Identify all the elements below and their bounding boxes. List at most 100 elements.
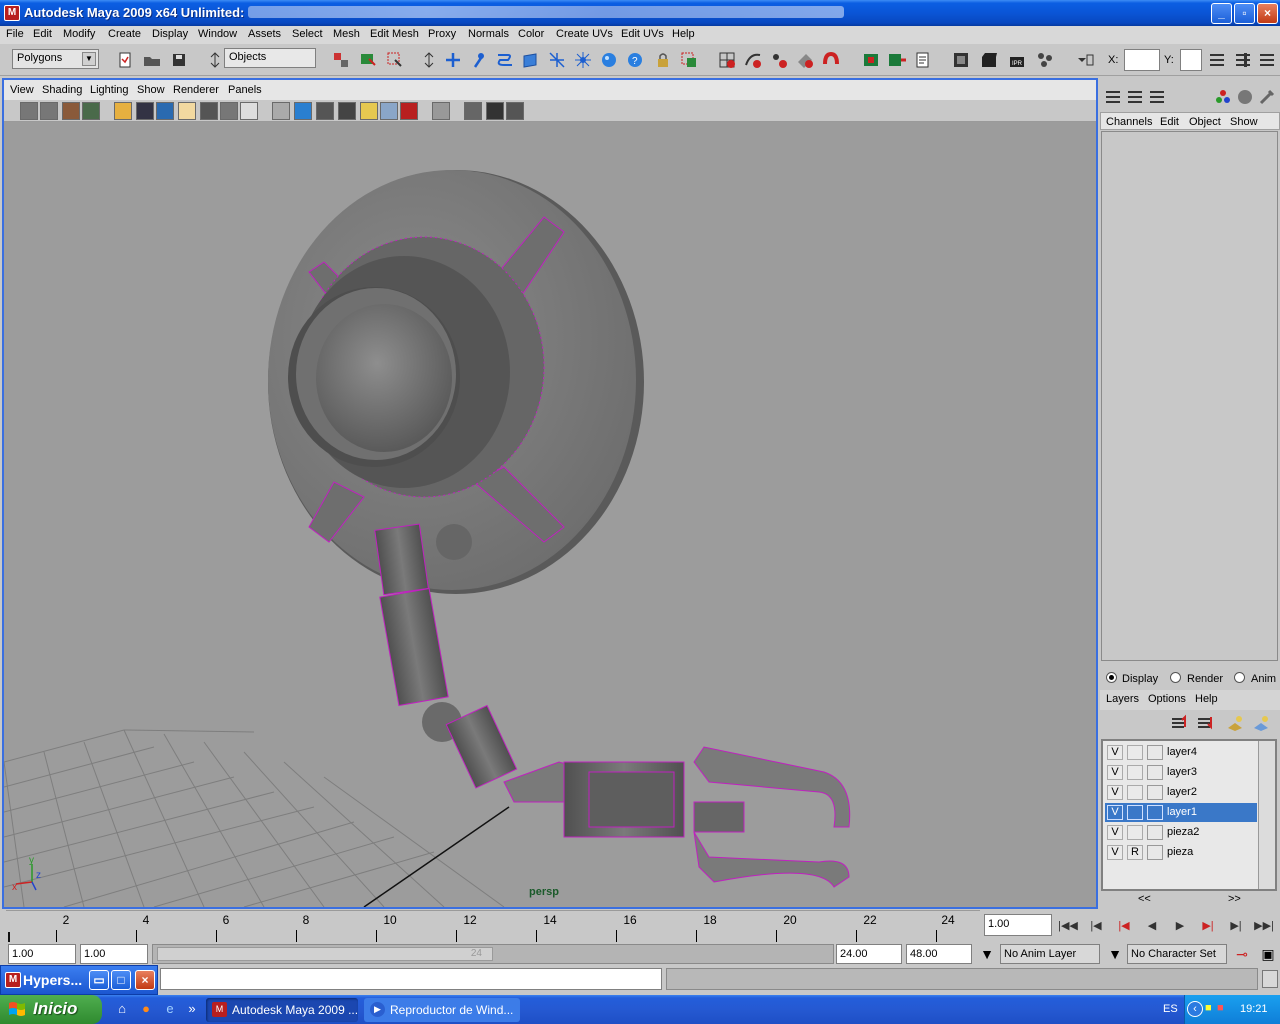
render-mode-radio[interactable] xyxy=(1170,672,1181,683)
new-layer-selected-icon[interactable] xyxy=(1250,712,1272,734)
hypershade-minimized-window[interactable]: M Hypers... ▭ □ × xyxy=(0,965,158,995)
layer-row-layer1[interactable]: V layer1 xyxy=(1105,803,1257,822)
anim-layer-field[interactable]: No Anim Layer xyxy=(1000,944,1100,964)
use-all-lights-icon[interactable] xyxy=(360,102,378,120)
isolate-select-icon[interactable] xyxy=(432,102,450,120)
tool-icon[interactable] xyxy=(1256,86,1278,108)
layer-help-menu[interactable]: Help xyxy=(1195,693,1218,705)
playback-start-field[interactable]: 1.00 xyxy=(80,944,148,964)
menu-window[interactable]: Window xyxy=(198,28,237,40)
input-field-mode-icon[interactable] xyxy=(1074,49,1096,71)
selection-mask-field[interactable]: Objects xyxy=(224,48,316,68)
layer-color-swatch[interactable] xyxy=(1147,825,1163,840)
channel-show-menu[interactable]: Show xyxy=(1230,116,1258,128)
render-view-icon[interactable] xyxy=(950,49,972,71)
visibility-toggle[interactable]: V xyxy=(1107,765,1123,780)
select-misc-icon[interactable]: ? xyxy=(624,49,646,71)
camera-attributes-icon[interactable] xyxy=(40,102,58,120)
show-desktop-icon[interactable]: ⌂ xyxy=(114,1001,130,1017)
display-mode-radio[interactable] xyxy=(1106,672,1117,683)
bookmarks-icon[interactable] xyxy=(62,102,80,120)
auto-key-icon[interactable]: ⊸ xyxy=(1231,943,1253,965)
animation-start-field[interactable]: 1.00 xyxy=(8,944,76,964)
menu-file[interactable]: File xyxy=(6,28,24,40)
layer-list-scrollbar[interactable] xyxy=(1258,741,1275,889)
character-set-dropdown-arrow-icon[interactable]: ▼ xyxy=(1104,943,1126,965)
layer-color-swatch[interactable] xyxy=(1147,785,1163,800)
current-frame-field[interactable]: 1.00 xyxy=(984,914,1052,936)
select-dynamics-icon[interactable] xyxy=(572,49,594,71)
minimize-button[interactable]: _ xyxy=(1211,3,1232,24)
panel-menu-shading[interactable]: Shading xyxy=(42,84,82,96)
menu-select[interactable]: Select xyxy=(292,28,323,40)
snap-to-curve-icon[interactable] xyxy=(742,49,764,71)
select-joints-icon[interactable] xyxy=(468,49,490,71)
layer-color-swatch[interactable] xyxy=(1147,765,1163,780)
menu-assets[interactable]: Assets xyxy=(248,28,281,40)
step-back-key-icon[interactable]: |◀ xyxy=(1112,914,1136,936)
command-line-input[interactable] xyxy=(160,968,662,990)
menu-proxy[interactable]: Proxy xyxy=(428,28,456,40)
menu-color[interactable]: Color xyxy=(518,28,544,40)
tray-expand-icon[interactable]: ‹ xyxy=(1187,1001,1203,1017)
safe-title-icon[interactable] xyxy=(240,102,258,120)
x-input[interactable] xyxy=(1124,49,1160,71)
xray-components-icon[interactable] xyxy=(506,102,524,120)
hypershade-close-button[interactable]: × xyxy=(135,970,155,990)
make-live-icon[interactable] xyxy=(820,49,842,71)
taskbar-item-media-player[interactable]: ▶ Reproductor de Wind... xyxy=(364,998,520,1022)
select-by-hierarchy-icon[interactable] xyxy=(330,49,352,71)
xray-icon[interactable] xyxy=(464,102,482,120)
channel-object-menu[interactable]: Object xyxy=(1189,116,1221,128)
select-surfaces-icon[interactable] xyxy=(520,49,542,71)
panel-menu-show[interactable]: Show xyxy=(137,84,165,96)
step-back-frame-icon[interactable]: |◀ xyxy=(1084,914,1108,936)
channel-edit-menu[interactable]: Edit xyxy=(1160,116,1179,128)
menu-help[interactable]: Help xyxy=(672,28,695,40)
menu-create-uvs[interactable]: Create UVs xyxy=(556,28,613,40)
restore-button[interactable]: ▫ xyxy=(1234,3,1255,24)
layer-row-layer3[interactable]: V layer3 xyxy=(1105,763,1257,782)
menu-edit-uvs[interactable]: Edit UVs xyxy=(621,28,664,40)
select-by-component-icon[interactable] xyxy=(384,49,406,71)
wireframe-on-shaded-icon[interactable] xyxy=(316,102,334,120)
menu-edit[interactable]: Edit xyxy=(33,28,52,40)
new-layer-icon[interactable] xyxy=(1224,712,1246,734)
color-icon[interactable] xyxy=(1212,86,1234,108)
display-type-toggle[interactable] xyxy=(1127,765,1143,780)
ipr-render-icon[interactable]: IPR xyxy=(1006,49,1028,71)
visibility-toggle[interactable]: V xyxy=(1107,845,1123,860)
highlight-selection-icon[interactable] xyxy=(678,49,700,71)
smooth-shade-icon[interactable] xyxy=(294,102,312,120)
taskbar-item-maya[interactable]: M Autodesk Maya 2009 ... xyxy=(206,998,358,1022)
select-by-object-type-icon[interactable] xyxy=(357,49,379,71)
display-type-toggle[interactable] xyxy=(1127,745,1143,760)
textured-icon[interactable] xyxy=(338,102,356,120)
channel-box-area[interactable] xyxy=(1101,131,1278,661)
close-button[interactable]: × xyxy=(1257,3,1278,24)
lock-icon[interactable] xyxy=(652,49,674,71)
image-plane-icon[interactable] xyxy=(82,102,100,120)
layer-row-pieza[interactable]: V R pieza xyxy=(1105,843,1257,862)
open-scene-icon[interactable] xyxy=(141,49,163,71)
range-slider[interactable]: 24 xyxy=(152,944,834,964)
film-gate-icon[interactable] xyxy=(136,102,154,120)
wireframe-icon[interactable] xyxy=(272,102,290,120)
move-layer-up-icon[interactable] xyxy=(1168,712,1190,734)
range-slider-handle[interactable]: 24 xyxy=(157,947,493,961)
visibility-toggle[interactable]: V xyxy=(1107,825,1123,840)
anim-layer-dropdown-arrow-icon[interactable]: ▼ xyxy=(976,943,998,965)
clock[interactable]: 19:21 xyxy=(1240,1003,1268,1015)
safe-action-icon[interactable] xyxy=(220,102,238,120)
go-to-start-icon[interactable]: |◀◀ xyxy=(1056,914,1080,936)
display-type-toggle[interactable] xyxy=(1127,785,1143,800)
internet-explorer-icon[interactable]: e xyxy=(162,1001,178,1017)
channel-box-icon[interactable] xyxy=(1102,86,1124,108)
layer-prev-button[interactable]: << xyxy=(1138,893,1151,905)
menu-create[interactable]: Create xyxy=(108,28,141,40)
play-forwards-icon[interactable]: ▶ xyxy=(1168,914,1192,936)
panel-menu-view[interactable]: View xyxy=(10,84,34,96)
construction-history-icon[interactable] xyxy=(912,49,934,71)
mask-menu-icon[interactable] xyxy=(418,49,440,71)
layer-color-swatch[interactable] xyxy=(1147,805,1163,820)
